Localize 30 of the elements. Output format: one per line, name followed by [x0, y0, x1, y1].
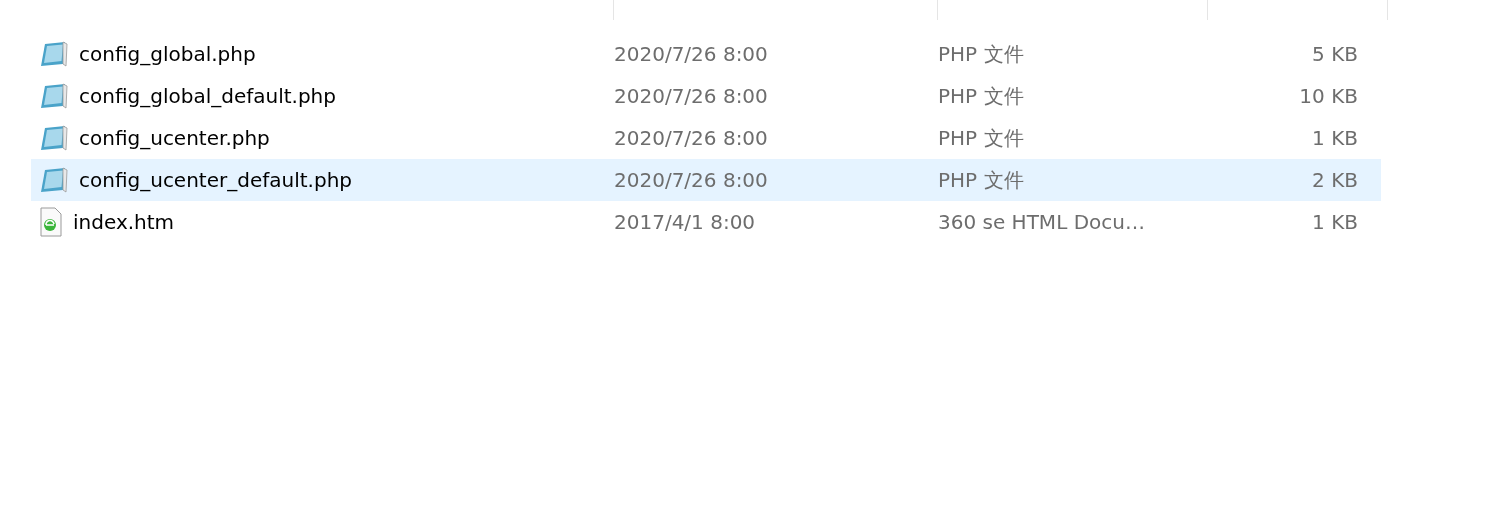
- web-document-icon: [39, 207, 63, 237]
- file-name: index.htm: [73, 210, 175, 234]
- file-name: config_ucenter.php: [79, 126, 270, 150]
- file-name: config_global_default.php: [79, 84, 336, 108]
- file-name: config_ucenter_default.php: [79, 168, 353, 192]
- notepad-icon: [39, 40, 69, 68]
- file-type: PHP 文件: [938, 40, 1025, 68]
- file-row[interactable]: index.htm 2017/4/1 8:00 360 se HTML Docu… 1 KB: [31, 201, 1381, 243]
- file-row[interactable]: config_ucenter_default.php 2020/7/26 8:00 PHP 文件 2 KB: [31, 159, 1381, 201]
- file-row[interactable]: config_global_default.php 2020/7/26 8:00 PHP 文件 10 KB: [31, 75, 1381, 117]
- notepad-icon: [39, 82, 69, 110]
- file-row[interactable]: config_ucenter.php 2020/7/26 8:00 PHP 文件 1 KB: [31, 117, 1381, 159]
- modified-date: 2020/7/26 8:00: [614, 168, 769, 192]
- file-type: PHP 文件: [938, 166, 1025, 194]
- file-size: 10 KB: [1299, 84, 1358, 108]
- file-size: 2 KB: [1312, 168, 1358, 192]
- file-size: 1 KB: [1312, 126, 1358, 150]
- file-name: config_global.php: [79, 42, 256, 66]
- file-type: PHP 文件: [938, 82, 1025, 110]
- file-type: 360 se HTML Docu…: [938, 210, 1146, 234]
- notepad-icon: [39, 166, 69, 194]
- notepad-icon: [39, 124, 69, 152]
- modified-date: 2020/7/26 8:00: [614, 42, 769, 66]
- modified-date: 2020/7/26 8:00: [614, 126, 769, 150]
- file-type: PHP 文件: [938, 124, 1025, 152]
- modified-date: 2017/4/1 8:00: [614, 210, 757, 234]
- file-size: 1 KB: [1312, 210, 1358, 234]
- modified-date: 2020/7/26 8:00: [614, 84, 769, 108]
- file-row[interactable]: config_global.php 2020/7/26 8:00 PHP 文件 5 KB: [31, 33, 1381, 75]
- file-size: 5 KB: [1312, 42, 1358, 66]
